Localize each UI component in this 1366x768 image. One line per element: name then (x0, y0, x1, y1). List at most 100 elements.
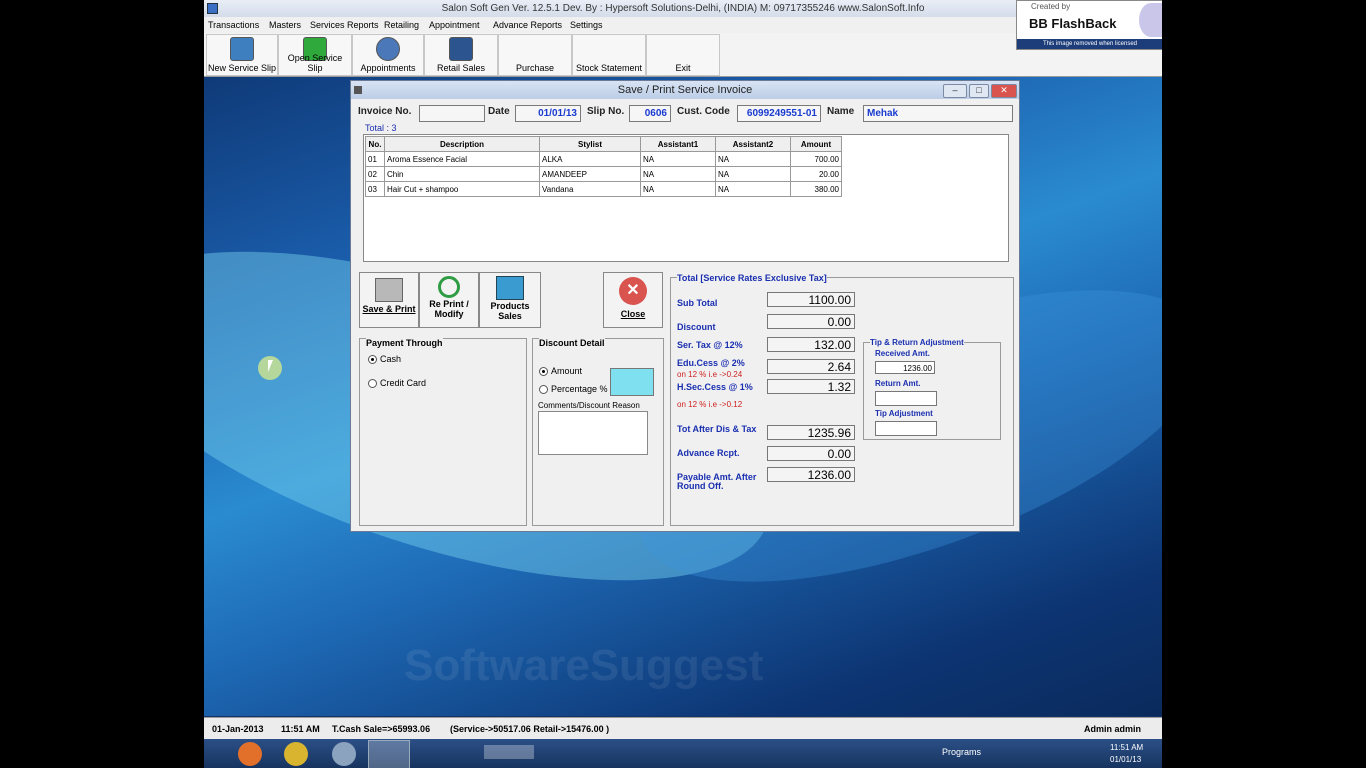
clock-icon (376, 37, 400, 61)
taskbar: Programs 11:51 AM 01/01/13 (204, 739, 1162, 768)
exit-button[interactable]: Exit (646, 34, 720, 76)
menu-appointment[interactable]: Appointment (429, 17, 480, 33)
cell-amount: 700.00 (790, 151, 842, 167)
cell-assistant1: NA (640, 151, 716, 167)
discount-percentage-radio[interactable] (539, 385, 548, 394)
menu-masters[interactable]: Masters (269, 17, 301, 33)
edu-cess-note: on 12 % i.e ->0.24 (677, 370, 743, 379)
cell-description: Aroma Essence Facial (384, 151, 540, 167)
tip-adjustment-label: Tip Adjustment (875, 409, 933, 418)
hsec-cess-value: 1.32 (767, 379, 855, 394)
discount-panel: Discount Detail Amount Percentage % Comm… (532, 338, 664, 526)
invoice-no-field[interactable] (419, 105, 485, 122)
cell-amount: 380.00 (790, 181, 842, 197)
table-row[interactable]: 02 Chin AMANDEEP NA NA 20.00 (365, 166, 842, 182)
toolbar-label: Appointments (360, 63, 416, 73)
stock-statement-button[interactable]: Stock Statement (572, 34, 646, 76)
sub-total-value: 1100.00 (767, 292, 855, 307)
summary-title: Total [Service Rates Exclusive Tax] (677, 273, 827, 283)
cell-stylist: Vandana (539, 181, 641, 197)
menu-transactions[interactable]: Transactions (208, 17, 259, 33)
flashback-brand: BB FlashBack (1029, 16, 1117, 31)
refresh-icon (438, 276, 460, 298)
discount-amount-label: Amount (551, 366, 583, 376)
cell-amount: 20.00 (790, 166, 842, 182)
chrome-icon[interactable] (284, 742, 308, 766)
tip-title: Tip & Return Adjustment (870, 338, 964, 347)
toolbar-label: Retail Sales (436, 63, 486, 73)
flashback-created-by: Created by (1031, 2, 1071, 11)
menu-advance-reports[interactable]: Advance Reports (493, 17, 562, 33)
status-user: Admin admin (1084, 724, 1142, 734)
comments-label: Comments/Discount Reason (538, 401, 640, 410)
advance-value: 0.00 (767, 446, 855, 461)
received-field[interactable]: 1236.00 (875, 361, 935, 374)
discount-value-field[interactable] (610, 368, 654, 396)
menu-services-reports[interactable]: Services Reports (310, 17, 379, 33)
purchase-button[interactable]: Purchase (498, 34, 572, 76)
firefox-icon[interactable] (238, 742, 262, 766)
media-player-icon[interactable] (332, 742, 356, 766)
return-field[interactable] (875, 391, 937, 406)
minimize-icon[interactable]: – (943, 84, 967, 98)
column-header: No. (365, 136, 385, 152)
reprint-modify-button[interactable]: Re Print / Modify (419, 272, 479, 328)
status-date: 01-Jan-2013 (212, 724, 264, 734)
discount-amount-radio[interactable] (539, 367, 548, 376)
open-service-slip-button[interactable]: Open Service Slip (278, 34, 352, 76)
discount-percentage-label: Percentage % (551, 384, 608, 394)
cell-description: Hair Cut + shampoo (384, 181, 540, 197)
menu-retailing[interactable]: Retailing (384, 17, 419, 33)
slip-no-label: Slip No. (587, 106, 625, 117)
cash-radio[interactable] (368, 355, 377, 364)
maximize-icon[interactable]: □ (969, 84, 989, 98)
discount-title: Discount Detail (539, 338, 605, 348)
date-field[interactable]: 01/01/13 (515, 105, 581, 122)
close-x-icon: ✕ (619, 277, 647, 305)
cart-icon (496, 276, 524, 300)
flashback-badge: Created by BB FlashBack This image remov… (1016, 0, 1162, 50)
quick-launch-icons[interactable] (484, 745, 534, 759)
save-print-button[interactable]: Save & Print (359, 272, 419, 328)
column-header: Assistant1 (640, 136, 716, 152)
toolbar-label: Purchase (515, 63, 555, 73)
products-label-line2: Sales (498, 311, 522, 321)
service-grid: No. Description Stylist Assistant1 Assis… (363, 134, 1009, 262)
app-title: Salon Soft Gen Ver. 12.5.1 Dev. By : Hyp… (441, 3, 925, 14)
comments-textarea[interactable] (538, 411, 648, 455)
dialog-title-bar: Save / Print Service Invoice – □ ✕ (351, 81, 1019, 99)
active-window-button[interactable] (368, 740, 410, 768)
credit-card-radio[interactable] (368, 379, 377, 388)
cell-no: 01 (365, 151, 385, 167)
table-row[interactable]: 03 Hair Cut + shampoo Vandana NA NA 380.… (365, 181, 842, 197)
hsec-cess-label: H.Sec.Cess @ 1% (677, 382, 753, 392)
cell-assistant2: NA (715, 151, 791, 167)
new-service-slip-button[interactable]: New Service Slip (206, 34, 278, 76)
tip-panel: Tip & Return Adjustment Received Amt. 12… (863, 338, 1001, 440)
ser-tax-value: 132.00 (767, 337, 855, 352)
table-row[interactable]: 01 Aroma Essence Facial ALKA NA NA 700.0… (365, 151, 842, 167)
status-cash-sale: T.Cash Sale=>65993.06 (332, 724, 431, 734)
cell-assistant2: NA (715, 166, 791, 182)
products-sales-button[interactable]: Products Sales (479, 272, 541, 328)
close-label: Close (620, 309, 646, 319)
table-header-row: No. Description Stylist Assistant1 Assis… (365, 136, 842, 152)
close-icon[interactable]: ✕ (991, 84, 1017, 98)
invoice-dialog: Save / Print Service Invoice – □ ✕ Invoi… (350, 80, 1020, 532)
payment-panel: Payment Through Cash Credit Card (359, 338, 527, 526)
services-table: No. Description Stylist Assistant1 Assis… (365, 136, 842, 197)
retail-sales-button[interactable]: Retail Sales (424, 34, 498, 76)
edu-cess-label: Edu.Cess @ 2% (677, 358, 745, 368)
cust-code-field[interactable]: 6099249551-01 (737, 105, 821, 122)
programs-label[interactable]: Programs (942, 747, 981, 757)
close-button[interactable]: ✕ Close (603, 272, 663, 328)
reprint-label-line1: Re Print / (429, 299, 469, 309)
products-label-line1: Products (490, 301, 530, 311)
watermark: SoftwareSuggest (404, 641, 764, 690)
name-field[interactable]: Mehak (863, 105, 1013, 122)
menu-settings[interactable]: Settings (570, 17, 603, 33)
printer-icon (375, 278, 403, 302)
tip-adjustment-field[interactable] (875, 421, 937, 436)
slip-no-field[interactable]: 0606 (629, 105, 671, 122)
appointments-button[interactable]: Appointments (352, 34, 424, 76)
